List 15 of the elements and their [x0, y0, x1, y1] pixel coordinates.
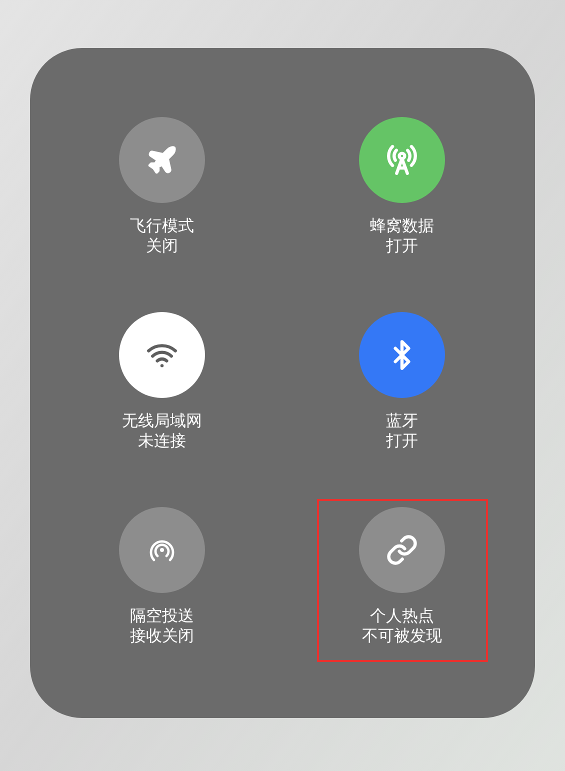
toggle-status: 接收关闭	[130, 626, 194, 646]
toggle-label: 蜂窝数据	[370, 216, 434, 236]
toggle-status: 不可被发现	[362, 626, 442, 646]
toggle-label: 蓝牙	[386, 411, 418, 431]
link-icon	[386, 534, 418, 566]
toggle-status: 关闭	[146, 236, 178, 256]
toggle-status: 打开	[386, 431, 418, 451]
toggle-label: 无线局域网	[122, 411, 202, 431]
toggle-status: 未连接	[138, 431, 186, 451]
toggle-label: 隔空投送	[130, 606, 194, 626]
airplane-icon	[146, 144, 178, 176]
toggle-status: 打开	[386, 236, 418, 256]
toggle-label: 个人热点	[370, 606, 434, 626]
toggle-label: 飞行模式	[130, 216, 194, 236]
antenna-icon	[386, 144, 418, 176]
